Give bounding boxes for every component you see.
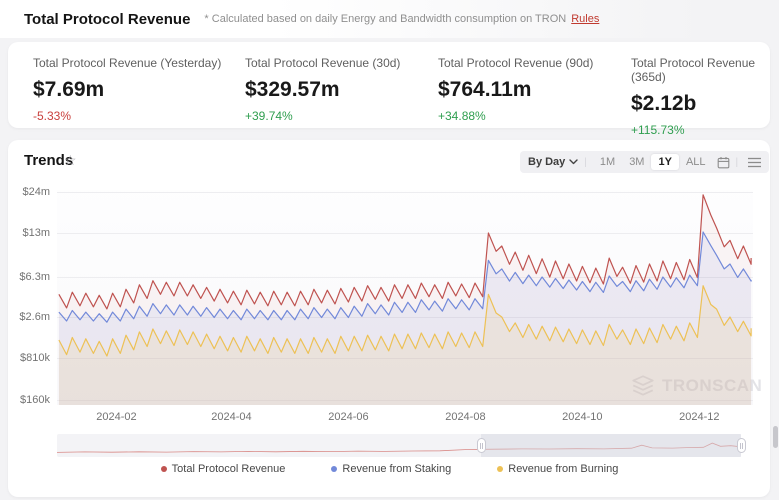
tronscan-watermark: TRONSCAN: [630, 374, 762, 398]
stat-value: $329.57m: [245, 78, 438, 102]
chevron-down-icon: [569, 159, 578, 165]
chart-controls: By Day | 1M 3M 1Y ALL |: [520, 151, 769, 173]
legend-label: Revenue from Burning: [508, 463, 618, 475]
header-note: * Calculated based on daily Energy and B…: [204, 13, 566, 25]
range-1y-button[interactable]: 1Y: [651, 154, 678, 170]
divider: |: [584, 157, 587, 168]
chart-legend: Total Protocol Revenue Revenue from Stak…: [0, 463, 779, 475]
calendar-icon[interactable]: [717, 156, 730, 169]
stat-value: $7.69m: [33, 78, 245, 102]
stat-delta: +115.73%: [631, 123, 770, 137]
range-1m-button[interactable]: 1M: [593, 154, 622, 170]
x-tick: 2024-02: [81, 411, 151, 423]
stat-label: Total Protocol Revenue (30d): [245, 56, 438, 70]
stat-30d: Total Protocol Revenue (30d) $329.57m +3…: [245, 56, 438, 137]
legend-dot-red: [161, 466, 167, 472]
legend-total-protocol-revenue[interactable]: Total Protocol Revenue: [161, 463, 286, 475]
y-tick: $160k: [0, 394, 50, 406]
tronscan-protocol-revenue-page: Total Protocol Revenue * Calculated base…: [0, 0, 779, 500]
stat-delta: -5.33%: [33, 109, 245, 123]
watermark-text: TRONSCAN: [662, 376, 762, 396]
stat-delta: +34.88%: [438, 109, 631, 123]
divider: |: [736, 157, 739, 168]
range-3m-button[interactable]: 3M: [622, 154, 651, 170]
x-tick: 2024-04: [196, 411, 266, 423]
favorite-star-icon[interactable]: ☆: [64, 152, 77, 169]
stat-label: Total Protocol Revenue (365d): [631, 56, 770, 84]
y-tick: $24m: [0, 186, 50, 198]
x-tick: 2024-08: [430, 411, 500, 423]
page-title: Total Protocol Revenue: [24, 11, 190, 28]
y-tick: $810k: [0, 352, 50, 364]
stats-card: Total Protocol Revenue (Yesterday) $7.69…: [8, 42, 770, 128]
rules-link[interactable]: Rules: [571, 13, 599, 25]
x-tick: 2024-12: [664, 411, 734, 423]
y-tick: $6.3m: [0, 271, 50, 283]
legend-label: Total Protocol Revenue: [172, 463, 286, 475]
stat-value: $2.12b: [631, 92, 770, 116]
x-tick: 2024-06: [313, 411, 383, 423]
legend-revenue-from-staking[interactable]: Revenue from Staking: [331, 463, 451, 475]
chart-plot-area: [57, 190, 753, 405]
stat-label: Total Protocol Revenue (Yesterday): [33, 56, 245, 70]
stat-yesterday: Total Protocol Revenue (Yesterday) $7.69…: [33, 56, 245, 137]
tronscan-logo-icon: [630, 374, 656, 398]
legend-dot-yellow: [497, 466, 503, 472]
navigator-left-handle[interactable]: [477, 438, 486, 453]
navigator-selection[interactable]: [481, 434, 741, 457]
y-tick: $13m: [0, 227, 50, 239]
page-header: Total Protocol Revenue * Calculated base…: [0, 0, 779, 38]
x-tick: 2024-10: [547, 411, 617, 423]
legend-revenue-from-burning[interactable]: Revenue from Burning: [497, 463, 618, 475]
legend-dot-blue: [331, 466, 337, 472]
page-scrollbar-thumb[interactable]: [773, 426, 778, 448]
stat-90d: Total Protocol Revenue (90d) $764.11m +3…: [438, 56, 631, 137]
stat-label: Total Protocol Revenue (90d): [438, 56, 631, 70]
legend-label: Revenue from Staking: [342, 463, 451, 475]
chart-type-menu-icon[interactable]: [748, 157, 761, 168]
navigator-right-handle[interactable]: [737, 438, 746, 453]
group-by-dropdown[interactable]: By Day: [528, 156, 578, 168]
stat-value: $764.11m: [438, 78, 631, 102]
y-tick: $2.6m: [0, 311, 50, 323]
stat-delta: +39.74%: [245, 109, 438, 123]
stat-365d: Total Protocol Revenue (365d) $2.12b +11…: [631, 56, 770, 137]
group-by-label: By Day: [528, 156, 565, 168]
range-all-button[interactable]: ALL: [679, 154, 713, 170]
